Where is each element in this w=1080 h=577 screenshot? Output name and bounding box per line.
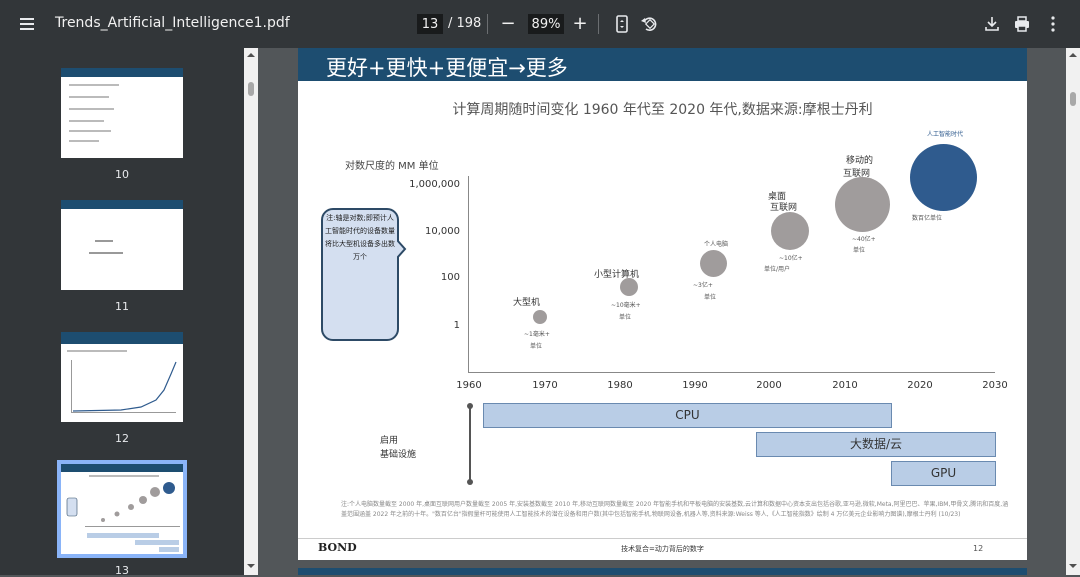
- x-tick-label: 1970: [532, 380, 558, 391]
- x-tick-label: 2000: [756, 380, 782, 391]
- thumbnail-page-12[interactable]: [61, 332, 183, 422]
- bar-gpu: GPU: [891, 461, 996, 486]
- bar-cpu: CPU: [483, 403, 892, 428]
- bubble-mobile-internet: [835, 177, 890, 232]
- thumbnail-sidebar: 10 11 12 13: [0, 48, 258, 577]
- bubble-sub-label: 单位: [530, 343, 543, 350]
- bubble-minicomputer: [620, 278, 638, 296]
- thumbnail-label: 12: [115, 432, 129, 445]
- menu-icon[interactable]: [18, 14, 38, 34]
- timeline-dot: [467, 479, 473, 485]
- y-tick-label: 10,000: [425, 226, 460, 237]
- slide-title: 更好+更快+更便宜→更多: [326, 56, 568, 80]
- thumbnail-page-11[interactable]: [61, 200, 183, 290]
- sidebar-scrollbar[interactable]: [244, 48, 258, 575]
- divider: [487, 14, 488, 34]
- infra-label: 启用 基础设施: [380, 434, 416, 462]
- y-tick-label: 1: [453, 320, 460, 331]
- bubble-label: 小型计算机: [594, 270, 640, 280]
- bubble-sub-label: 单位: [704, 294, 717, 301]
- rotate-icon[interactable]: [638, 13, 660, 35]
- thumbnail-page-13[interactable]: [57, 460, 187, 558]
- x-tick-label: 2010: [832, 380, 858, 391]
- chart-title: 计算周期随时间变化 1960 年代至 2020 年代,数据来源:摩根士丹利: [452, 102, 873, 118]
- thumbnail-page-10[interactable]: [61, 68, 183, 158]
- bubble-label: 互联网: [843, 169, 871, 179]
- document-viewer: 更好+更快+更便宜→更多 计算周期随时间变化 1960 年代至 2020 年代,…: [258, 48, 1066, 575]
- bubble-label: 人工智能时代: [927, 131, 964, 138]
- bubble-desktop-internet: [771, 212, 809, 250]
- x-tick-label: 2030: [982, 380, 1008, 391]
- bar-big-data-cloud: 大数据/云: [756, 432, 996, 457]
- infra-label-line: 启用: [380, 436, 399, 446]
- zoom-in-button[interactable]: +: [569, 13, 591, 35]
- more-options-icon[interactable]: [1042, 13, 1064, 35]
- slide-page-number: 12: [973, 544, 984, 553]
- pdf-toolbar: Trends_Artificial_Intelligence1.pdf / 19…: [0, 0, 1080, 48]
- download-icon[interactable]: [981, 13, 1003, 35]
- document-title: Trends_Artificial_Intelligence1.pdf: [55, 15, 290, 31]
- bubble-sub-label: 单位: [853, 247, 866, 254]
- y-tick-label: 100: [440, 272, 460, 283]
- pdf-page: 更好+更快+更便宜→更多 计算周期随时间变化 1960 年代至 2020 年代,…: [298, 48, 1027, 560]
- bubble-label: 移动的: [846, 156, 874, 166]
- x-tick-label: 1980: [607, 380, 633, 391]
- y-axis: [468, 176, 469, 373]
- timeline-line: [469, 406, 471, 482]
- x-tick-label: 1990: [682, 380, 708, 391]
- thumbnail-label: 13: [115, 564, 129, 577]
- bubble-mainframe: [533, 310, 547, 324]
- bubble-ai-era: [910, 144, 977, 211]
- note-text: 注:轴是对数;即预计人工智能时代的设备数量将比大型机设备多出数万个: [325, 214, 395, 261]
- page-total: / 198: [448, 16, 482, 31]
- document-scrollbar[interactable]: [1066, 48, 1080, 575]
- infra-label-line: 基础设施: [380, 450, 417, 460]
- divider: [598, 14, 599, 34]
- bubble-pc: [700, 250, 727, 277]
- page-number-input[interactable]: [417, 14, 443, 34]
- bubble-sub-label: 单位/用户: [764, 266, 791, 273]
- scroll-thumb[interactable]: [248, 82, 254, 96]
- footer-divider: [298, 538, 1027, 539]
- footnote: 注:个人电脑数量截至 2000 年,桌面互联网用户数量截至 2005 年,安装基…: [341, 501, 1009, 518]
- bubble-label: 大型机: [513, 298, 541, 308]
- print-icon[interactable]: [1011, 13, 1033, 35]
- y-tick-label: 1,000,000: [409, 179, 460, 190]
- bubble-label: 个人电脑: [704, 241, 729, 248]
- next-pdf-page: [298, 568, 1027, 575]
- scroll-thumb[interactable]: [1070, 92, 1076, 106]
- thumbnail-label: 11: [115, 300, 129, 313]
- bubble-sub-label: 单位: [619, 314, 632, 321]
- x-axis: [468, 372, 995, 373]
- zoom-input[interactable]: [528, 14, 564, 34]
- x-tick-label: 1960: [456, 380, 482, 391]
- zoom-out-button[interactable]: −: [497, 13, 519, 35]
- y-axis-label: 对数尺度的 MM 单位: [345, 161, 439, 172]
- fit-page-icon[interactable]: [611, 13, 633, 35]
- thumbnail-label: 10: [115, 168, 129, 181]
- bubble-label: 互联网: [770, 203, 798, 213]
- x-tick-label: 2020: [907, 380, 933, 391]
- footer-tagline: 技术复合=动力背后的数字: [621, 545, 704, 553]
- bubble-sub-label: 数百亿单位: [912, 215, 943, 222]
